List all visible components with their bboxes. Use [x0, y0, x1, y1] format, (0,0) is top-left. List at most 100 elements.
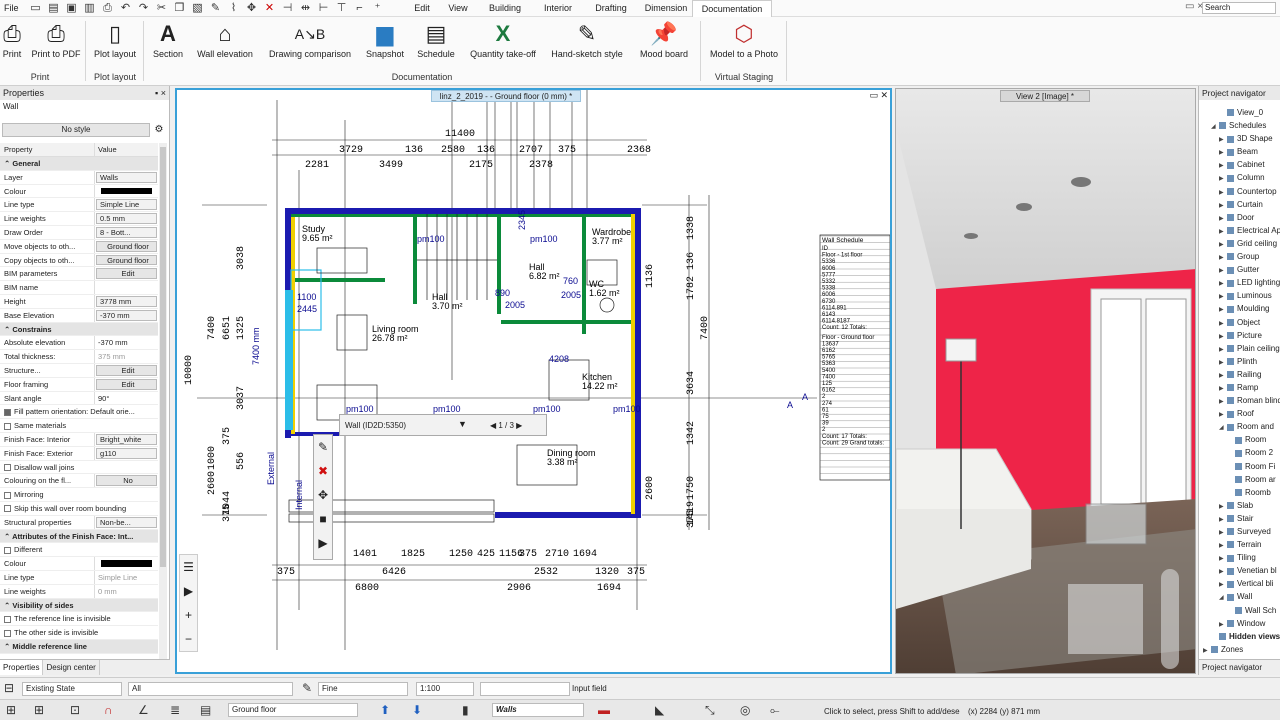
collapsed-arrow-icon[interactable]: ▶ [1219, 200, 1227, 211]
collapsed-arrow-icon[interactable]: ▶ [1219, 134, 1227, 145]
zoom-out-icon[interactable]: − [180, 627, 197, 651]
checkbox[interactable] [4, 491, 11, 499]
collapsed-arrow-icon[interactable]: ▶ [1219, 160, 1227, 171]
split-icon[interactable]: ⊣ [280, 1, 295, 15]
collapsed-arrow-icon[interactable]: ▶ [1219, 527, 1227, 538]
list-icon[interactable]: ☰ [180, 555, 197, 579]
floors-icon[interactable]: ▤ [200, 703, 211, 717]
menu-dimension[interactable]: Dimension [640, 0, 692, 17]
navigator-item[interactable]: Room Fi [1199, 460, 1280, 473]
palette-icon[interactable]: ▮ [462, 703, 469, 717]
collapsed-arrow-icon[interactable]: ▶ [1203, 645, 1211, 656]
navigator-item[interactable]: ▶ Tiling [1199, 551, 1280, 564]
mood-board-button[interactable]: 📌 Mood board [634, 19, 694, 71]
collapsed-arrow-icon[interactable]: ▶ [1219, 173, 1227, 184]
section-button[interactable]: A Section [150, 19, 186, 71]
collapsed-arrow-icon[interactable]: ▶ [1219, 331, 1227, 342]
property-value[interactable]: Non-be... [96, 516, 157, 528]
menu-interior[interactable]: Interior [534, 0, 582, 17]
brush-icon[interactable]: ✎ [208, 1, 223, 15]
file-menu[interactable]: File [4, 3, 19, 13]
menu-documentation[interactable]: Documentation [692, 0, 772, 17]
checkbox[interactable] [4, 546, 11, 554]
state-select[interactable]: Existing State [22, 682, 122, 696]
print-to-pdf-button[interactable]: ⎙ Print to PDF [30, 19, 82, 71]
collapse-icon[interactable]: ⌃ [4, 532, 12, 541]
expanded-arrow-icon[interactable]: ◢ [1211, 121, 1219, 132]
arrow-up-icon[interactable]: ⬆ [380, 703, 390, 717]
properties-scrollbar[interactable] [159, 143, 167, 673]
navigator-item[interactable]: Roomb [1199, 486, 1280, 499]
triangle-icon[interactable]: ◣ [655, 703, 664, 717]
delete-icon[interactable]: ✕ [262, 1, 277, 15]
property-value[interactable]: Walls [96, 171, 157, 183]
print-icon[interactable]: ⎙ [100, 1, 115, 15]
collapsed-arrow-icon[interactable]: ▶ [1219, 383, 1227, 394]
checkbox[interactable] [4, 422, 11, 430]
pencil-icon[interactable]: ✎ [314, 435, 332, 459]
navigator-item[interactable]: ▶ Countertop [1199, 185, 1280, 198]
navigator-item[interactable]: ▶ Vertical bli [1199, 577, 1280, 590]
collapsed-arrow-icon[interactable]: ▶ [1219, 514, 1227, 525]
plot-layout-button[interactable]: ▯ Plot layout [90, 19, 140, 71]
angle-icon[interactable]: ∠ [138, 703, 149, 717]
floor-plan-view[interactable]: 11400 3729 136 2580 136 2707 375 2368 2281 3499 21… [175, 88, 892, 674]
navigator-item[interactable]: Room ar [1199, 473, 1280, 486]
collapsed-arrow-icon[interactable]: ▶ [1219, 226, 1227, 237]
navigator-item[interactable]: ▶ LED lighting [1199, 276, 1280, 289]
navigator-item[interactable]: ▶ Beam [1199, 145, 1280, 158]
navigator-item[interactable]: Wall Sch [1199, 604, 1280, 617]
collapsed-arrow-icon[interactable]: ▶ [1219, 370, 1227, 381]
collapsed-arrow-icon[interactable]: ▶ [1219, 579, 1227, 590]
save-as-icon[interactable]: ▥ [82, 1, 97, 15]
menu-view[interactable]: View [440, 0, 476, 17]
wall-elevation-button[interactable]: ⌂ Wall elevation [194, 19, 256, 71]
collapsed-arrow-icon[interactable]: ▶ [1219, 409, 1227, 420]
property-value[interactable]: Bright_white [96, 433, 157, 445]
chevron-down-icon[interactable]: ▼ [458, 419, 467, 429]
checkbox[interactable] [4, 408, 11, 416]
checkbox[interactable] [4, 464, 11, 472]
lock-icon[interactable]: ⊟ [4, 681, 14, 695]
property-value[interactable]: Edit [96, 268, 157, 280]
input-field[interactable] [480, 682, 570, 696]
collapsed-arrow-icon[interactable]: ▶ [1219, 566, 1227, 577]
play-icon[interactable]: ▶ [180, 579, 197, 603]
property-key[interactable]: The other side is invisible [0, 626, 155, 639]
redo-icon[interactable]: ↷ [136, 1, 151, 15]
panel-pin-icon[interactable]: ▪ × [155, 88, 166, 98]
search-input[interactable]: Search [1202, 2, 1276, 14]
navigator-item[interactable]: ▶ Luminous [1199, 289, 1280, 302]
window-controls[interactable]: ▭ × [1185, 1, 1203, 12]
navigator-item[interactable]: ▶ Zones [1199, 643, 1280, 656]
hand-sketch-style-button[interactable]: ✎ Hand-sketch style [548, 19, 626, 71]
navigator-item[interactable]: ▶ Window [1199, 617, 1280, 630]
property-section[interactable]: ⌃ General [0, 157, 158, 171]
navigator-item[interactable]: ▶ Slab [1199, 499, 1280, 512]
delete-icon[interactable]: ✖ [314, 459, 332, 483]
arrow-down-icon[interactable]: ⬇ [412, 703, 422, 717]
3d-view-title[interactable]: View 2 [Image] * [1000, 90, 1090, 102]
scale-select[interactable]: 1:100 [416, 682, 474, 696]
property-key[interactable]: Disallow wall joins [0, 461, 155, 474]
property-section[interactable]: ⌃ Constrains [0, 322, 158, 337]
pen-icon[interactable]: ✎ [302, 681, 312, 695]
collapsed-arrow-icon[interactable]: ▶ [1219, 187, 1227, 198]
magnet-icon[interactable]: ∩ [104, 703, 113, 717]
floor-plan-drawing[interactable]: 11400 3729 136 2580 136 2707 375 2368 2281 3499 21… [177, 90, 890, 672]
undo-icon[interactable]: ↶ [118, 1, 133, 15]
mirror-icon[interactable]: ⇹ [298, 1, 313, 15]
property-value[interactable]: g110 [96, 447, 157, 459]
menu-drafting[interactable]: Drafting [582, 0, 640, 17]
3d-render[interactable] [896, 89, 1196, 674]
move-icon[interactable]: ✥ [244, 1, 259, 15]
property-key[interactable]: Mirroring [0, 488, 155, 501]
navigator-item[interactable]: ▶ Roof [1199, 407, 1280, 420]
print-button[interactable]: ⎙ Print [0, 19, 24, 71]
navigator-item[interactable]: ▶ Roman blind [1199, 394, 1280, 407]
navigator-item[interactable]: Room [1199, 433, 1280, 446]
snapshot-button[interactable]: ▆ Snapshot [363, 19, 407, 71]
paste-icon[interactable]: ▧ [190, 1, 205, 15]
snap-icon[interactable]: ⊞ [6, 703, 16, 717]
property-value[interactable]: 3778 mm [96, 295, 157, 307]
